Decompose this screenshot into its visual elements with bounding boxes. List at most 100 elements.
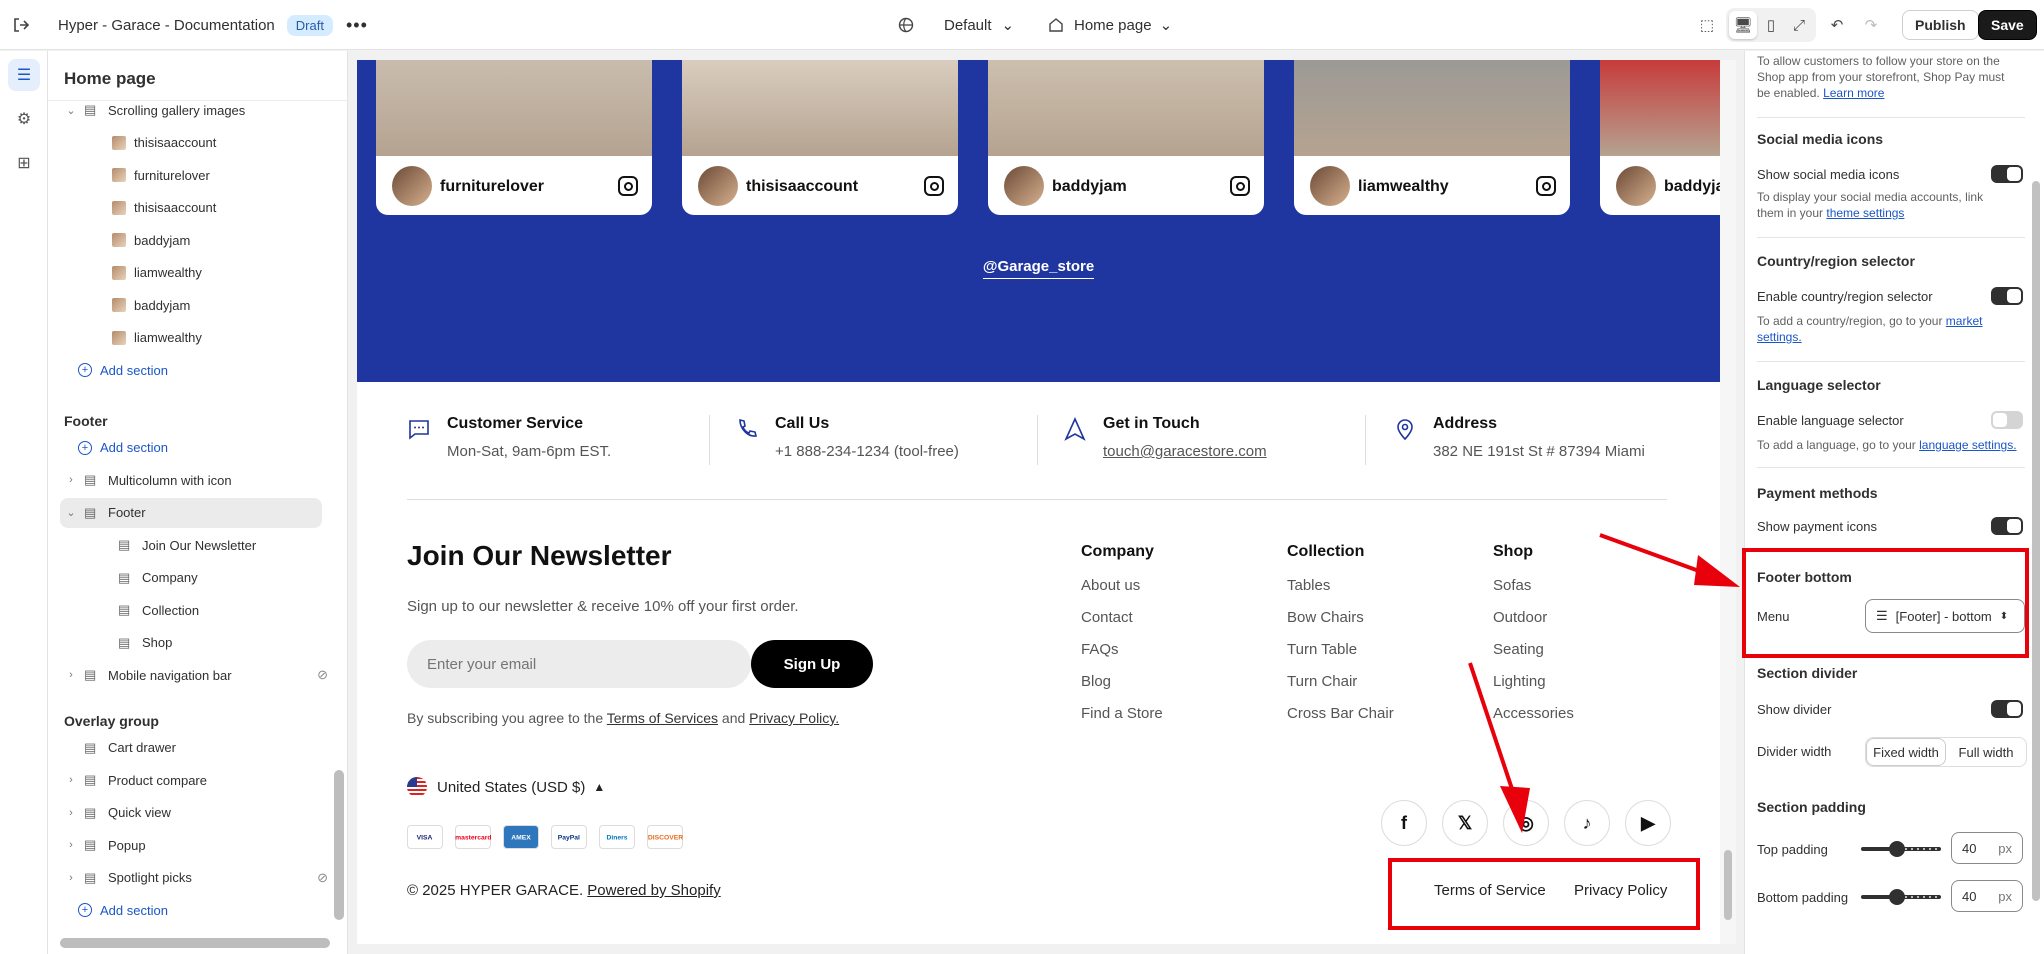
add-section-button[interactable]: + Add section bbox=[48, 895, 338, 925]
social-media-toggle[interactable] bbox=[1991, 165, 2023, 183]
sidebar-item[interactable]: thisisaaccount bbox=[48, 193, 338, 223]
footer-link[interactable]: Blog bbox=[1081, 673, 1163, 705]
sidebar-item[interactable]: ⌄ ▤ Scrolling gallery images bbox=[48, 95, 338, 125]
gallery-card[interactable]: liamwealthy bbox=[1294, 60, 1570, 215]
sidebar-item[interactable]: › ▤ Quick view bbox=[48, 798, 338, 828]
theme-selector[interactable]: Default ⌄ bbox=[898, 0, 1014, 50]
exit-button[interactable] bbox=[12, 0, 30, 50]
footer-link[interactable]: Cross Bar Chair bbox=[1287, 705, 1394, 737]
payment-icons-toggle[interactable] bbox=[1991, 517, 2023, 535]
mobile-view-icon[interactable]: ▯ bbox=[1757, 11, 1785, 39]
sidebar-item[interactable]: thisisaaccount bbox=[48, 128, 338, 158]
chat-icon bbox=[409, 420, 429, 440]
terms-link[interactable]: Terms of Services bbox=[607, 710, 718, 726]
apps-icon[interactable]: ⊞ bbox=[8, 147, 40, 179]
email-link[interactable]: touch@garacestore.com bbox=[1103, 443, 1267, 460]
redo-icon[interactable]: ↷ bbox=[1856, 10, 1886, 40]
footer-link[interactable]: Turn Chair bbox=[1287, 673, 1394, 705]
chevron-down-icon[interactable]: ⌄ bbox=[64, 506, 78, 519]
footer-link[interactable]: Bow Chairs bbox=[1287, 609, 1394, 641]
sidebar-item[interactable]: › ▤ Multicolumn with icon bbox=[48, 465, 338, 495]
sidebar-item[interactable]: baddyjam bbox=[48, 225, 338, 255]
publish-button[interactable]: Publish bbox=[1902, 10, 1979, 40]
eye-off-icon[interactable]: ⊘ bbox=[317, 667, 328, 683]
footer-column-title: Shop bbox=[1493, 543, 1533, 560]
desktop-view-icon[interactable]: 🖥 bbox=[1729, 11, 1757, 39]
sidebar-item[interactable]: › ▤ Spotlight picks ⊘ bbox=[48, 863, 338, 893]
country-toggle[interactable] bbox=[1991, 287, 2023, 305]
inspector-icon[interactable]: ⬚ bbox=[1692, 10, 1722, 40]
undo-icon[interactable]: ↶ bbox=[1822, 10, 1852, 40]
chevron-right-icon[interactable]: › bbox=[64, 839, 78, 851]
signup-button[interactable]: Sign Up bbox=[751, 640, 873, 688]
youtube-icon[interactable]: ▶ bbox=[1625, 800, 1671, 846]
settings-gear-icon[interactable]: ⚙ bbox=[8, 103, 40, 135]
footer-link[interactable]: FAQs bbox=[1081, 641, 1163, 673]
page-selector[interactable]: Home page ⌄ bbox=[1048, 0, 1172, 50]
top-padding-slider[interactable] bbox=[1861, 841, 1941, 857]
chevron-right-icon[interactable]: › bbox=[64, 474, 78, 486]
footer-link[interactable]: Sofas bbox=[1493, 577, 1574, 609]
sidebar-hscrollbar[interactable] bbox=[60, 938, 330, 948]
chevron-right-icon[interactable]: › bbox=[64, 807, 78, 819]
fixed-width-option[interactable]: Fixed width bbox=[1866, 738, 1946, 766]
footer-link[interactable]: Find a Store bbox=[1081, 705, 1163, 737]
footer-link[interactable]: Contact bbox=[1081, 609, 1163, 641]
footer-link[interactable]: Tables bbox=[1287, 577, 1394, 609]
sidebar-item[interactable]: › ▤ Mobile navigation bar ⊘ bbox=[48, 660, 338, 690]
save-button[interactable]: Save bbox=[1978, 10, 2037, 40]
sections-icon[interactable]: ☰ bbox=[8, 59, 40, 91]
gallery-card[interactable]: thisisaaccount bbox=[682, 60, 958, 215]
sidebar-item[interactable]: ⌄ ▤ Footer bbox=[60, 497, 322, 528]
home-icon bbox=[1049, 18, 1063, 32]
sidebar-item[interactable]: ▤ Collection bbox=[48, 595, 338, 625]
sidebar-scrollbar[interactable] bbox=[334, 100, 344, 930]
fullscreen-view-icon[interactable]: ⤢ bbox=[1785, 11, 1813, 39]
gallery-card[interactable]: baddyja bbox=[1600, 60, 1720, 215]
chevron-down-icon[interactable]: ⌄ bbox=[64, 104, 78, 117]
sidebar-item[interactable]: liamwealthy bbox=[48, 323, 338, 353]
sidebar-item[interactable]: baddyjam bbox=[48, 290, 338, 320]
chevron-right-icon[interactable]: › bbox=[64, 872, 78, 884]
sidebar-item[interactable]: ▤ Join Our Newsletter bbox=[48, 530, 338, 560]
sidebar-item-label: Product compare bbox=[108, 772, 207, 788]
gallery-card[interactable]: furniturelover bbox=[376, 60, 652, 215]
language-help: To add a language, go to your bbox=[1757, 438, 1916, 452]
sidebar-item[interactable]: liamwealthy bbox=[48, 258, 338, 288]
chevron-right-icon[interactable]: › bbox=[64, 669, 78, 681]
add-section-button[interactable]: + Add section bbox=[48, 355, 338, 385]
full-width-option[interactable]: Full width bbox=[1946, 738, 2026, 766]
privacy-link[interactable]: Privacy Policy. bbox=[749, 710, 839, 726]
instagram-handle-link[interactable]: @Garage_store bbox=[982, 258, 1095, 279]
currency-selector[interactable]: United States (USD $) ▲ bbox=[407, 777, 605, 797]
sidebar-item[interactable]: ▤ Cart drawer bbox=[48, 733, 338, 763]
eye-off-icon[interactable]: ⊘ bbox=[317, 870, 328, 886]
show-divider-toggle[interactable] bbox=[1991, 700, 2023, 718]
bottom-padding-slider[interactable] bbox=[1861, 889, 1941, 905]
gallery-card[interactable]: baddyjam bbox=[988, 60, 1264, 215]
tiktok-icon[interactable]: ♪ bbox=[1564, 800, 1610, 846]
sidebar-item[interactable]: furniturelover bbox=[48, 160, 338, 190]
powered-by-link[interactable]: Powered by Shopify bbox=[587, 882, 720, 899]
footer-link[interactable]: Turn Table bbox=[1287, 641, 1394, 673]
theme-settings-link[interactable]: theme settings bbox=[1826, 206, 1904, 220]
footer-link[interactable]: Outdoor bbox=[1493, 609, 1574, 641]
settings-scrollbar[interactable] bbox=[2028, 51, 2044, 954]
language-settings-link[interactable]: language settings. bbox=[1919, 438, 2016, 452]
bottom-padding-input[interactable]: 40 px bbox=[1951, 880, 2023, 912]
footer-link[interactable]: About us bbox=[1081, 577, 1163, 609]
top-padding-input[interactable]: 40 px bbox=[1951, 832, 2023, 864]
preview-scrollbar[interactable] bbox=[1720, 60, 1736, 944]
sidebar-item[interactable]: › ▤ Product compare bbox=[48, 765, 338, 795]
more-actions-button[interactable]: ••• bbox=[346, 0, 368, 50]
newsletter-email-input[interactable] bbox=[407, 640, 751, 688]
annotation-box-legal-links bbox=[1388, 858, 1700, 930]
sidebar-item[interactable]: ▤ Company bbox=[48, 563, 338, 593]
chevron-right-icon[interactable]: › bbox=[64, 774, 78, 786]
f-icon[interactable]: f bbox=[1381, 800, 1427, 846]
add-section-button[interactable]: + Add section bbox=[48, 433, 338, 463]
learn-more-link[interactable]: Learn more bbox=[1823, 86, 1884, 100]
language-toggle[interactable] bbox=[1991, 411, 2023, 429]
sidebar-item[interactable]: › ▤ Popup bbox=[48, 830, 338, 860]
sidebar-item[interactable]: ▤ Shop bbox=[48, 628, 338, 658]
